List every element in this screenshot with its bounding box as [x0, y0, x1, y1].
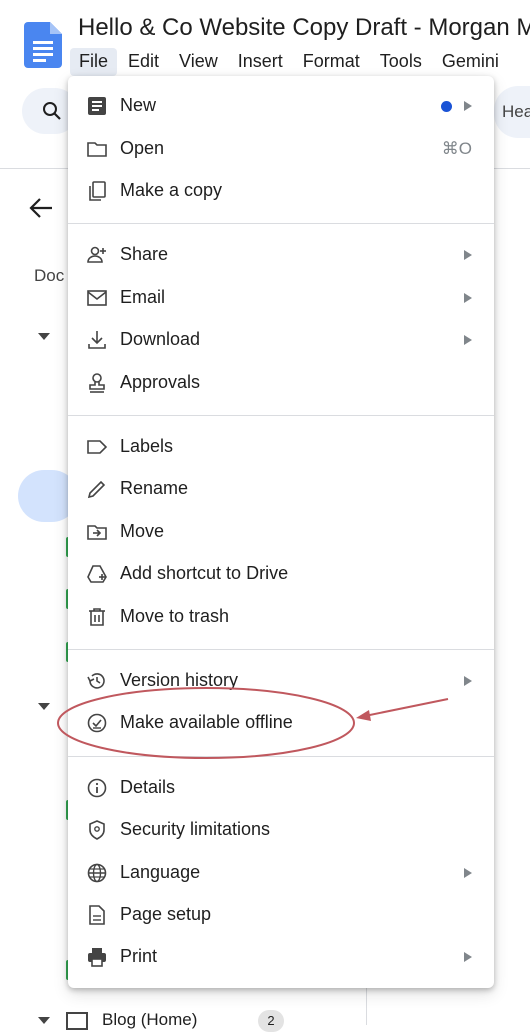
shield-icon [89, 820, 105, 840]
document-title[interactable]: Hello & Co Website Copy Draft - Morgan M [78, 14, 530, 42]
menu-item-share[interactable]: Share [68, 234, 494, 276]
shortcut-text: ⌘O [441, 139, 472, 158]
menu-item-page-setup[interactable]: Page setup [68, 894, 494, 936]
menu-tools[interactable]: Tools [371, 48, 431, 76]
menu-item-label: Share [120, 244, 169, 264]
globe-icon [87, 863, 107, 883]
history-icon [87, 673, 105, 689]
collapse-caret-icon[interactable] [38, 703, 50, 710]
menu-item-label: Make available offline [120, 712, 293, 732]
count-badge: 2 [258, 1010, 284, 1032]
menu-item-label: Language [120, 862, 201, 882]
document-tab-icon [66, 1012, 88, 1030]
menu-item-approvals[interactable]: Approvals [68, 362, 494, 404]
back-arrow-icon[interactable] [28, 196, 54, 220]
menu-item-label: Print [120, 946, 158, 966]
menu-item-new[interactable]: New [68, 85, 494, 127]
paragraph-style-select[interactable]: Hea [502, 102, 530, 122]
menu-item-label: Security limitations [120, 819, 271, 839]
menu-item-label: Details [120, 777, 176, 797]
label-icon [87, 440, 108, 454]
menu-item-add-shortcut[interactable]: Add shortcut to Drive [68, 553, 494, 595]
copy-icon [89, 181, 106, 201]
file-menu: New Open ⌘O Make a copy Share Email Down… [68, 76, 494, 988]
info-icon [87, 778, 107, 798]
menu-separator [68, 415, 494, 416]
download-icon [88, 331, 106, 349]
menu-item-labels[interactable]: Labels [68, 426, 494, 468]
drive-shortcut-icon [87, 565, 107, 583]
printer-icon [88, 948, 106, 967]
submenu-arrow-icon [464, 250, 472, 260]
menu-item-label: Rename [120, 478, 189, 498]
trash-icon [89, 608, 105, 626]
submenu-arrow-icon [464, 868, 472, 878]
menu-item-label: Move [120, 521, 165, 541]
google-docs-icon[interactable] [24, 22, 62, 68]
submenu-arrow-icon [464, 335, 472, 345]
menu-item-label: Move to trash [120, 606, 230, 626]
mail-icon [87, 290, 107, 306]
menu-item-move-to-trash[interactable]: Move to trash [68, 596, 494, 638]
menu-item-open[interactable]: Open ⌘O [68, 128, 494, 170]
menu-item-label: Make a copy [120, 180, 223, 200]
menu-bar: File Edit View Insert Format Tools Gemin… [70, 48, 510, 76]
menu-item-make-a-copy[interactable]: Make a copy [68, 170, 494, 212]
menu-item-security-limitations[interactable]: Security limitations [68, 809, 494, 851]
menu-item-details[interactable]: Details [68, 767, 494, 809]
outline-header: Doc [34, 266, 65, 285]
folder-icon [87, 142, 107, 157]
search-icon [43, 102, 61, 120]
pane-divider [366, 985, 367, 1025]
menu-file[interactable]: File [70, 48, 118, 76]
submenu-arrow-icon [464, 676, 472, 686]
menu-gemini[interactable]: Gemini [433, 48, 508, 76]
outline-item-blog[interactable]: Blog (Home) [102, 1010, 197, 1030]
menu-item-label: New [120, 95, 157, 115]
menu-item-label: Version history [120, 670, 239, 690]
menu-edit[interactable]: Edit [119, 48, 168, 76]
menu-insert[interactable]: Insert [229, 48, 292, 76]
submenu-arrow-icon [464, 293, 472, 303]
collapse-caret-icon[interactable] [38, 1017, 50, 1024]
menu-item-print[interactable]: Print [68, 936, 494, 978]
menu-item-version-history[interactable]: Version history [68, 660, 494, 702]
person-add-icon [87, 246, 106, 263]
menu-item-label: Email [120, 287, 166, 307]
menu-item-language[interactable]: Language [68, 852, 494, 894]
menu-item-download[interactable]: Download [68, 319, 494, 361]
menu-item-label: Download [120, 329, 201, 349]
menu-separator [68, 223, 494, 224]
new-doc-icon [88, 97, 106, 115]
menu-item-make-available-offline[interactable]: Make available offline [68, 702, 494, 744]
collapse-caret-icon[interactable] [38, 333, 50, 340]
approval-stamp-icon [89, 373, 105, 393]
menu-item-label: Add shortcut to Drive [120, 563, 289, 583]
menu-item-label: Open [120, 138, 165, 158]
page-icon [89, 905, 105, 925]
menu-format[interactable]: Format [294, 48, 369, 76]
menu-item-label: Page setup [120, 904, 212, 924]
menu-item-move[interactable]: Move [68, 511, 494, 553]
menu-view[interactable]: View [170, 48, 227, 76]
menu-item-label: Labels [120, 436, 174, 456]
menu-item-label: Approvals [120, 372, 201, 392]
menu-separator [68, 649, 494, 650]
pencil-icon [87, 480, 106, 499]
submenu-arrow-icon [464, 952, 472, 962]
menu-separator [68, 756, 494, 757]
move-folder-icon [87, 525, 107, 540]
menu-item-email[interactable]: Email [68, 277, 494, 319]
new-indicator-dot [441, 101, 452, 112]
offline-check-icon [87, 713, 107, 733]
menu-item-rename[interactable]: Rename [68, 468, 494, 510]
submenu-arrow-icon [464, 101, 472, 111]
